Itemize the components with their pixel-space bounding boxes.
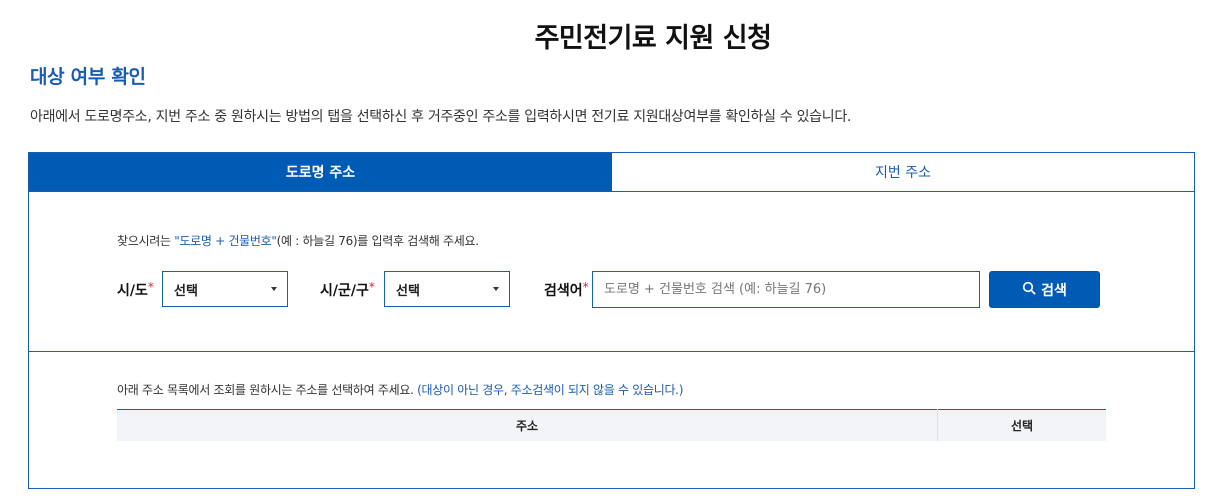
chevron-down-icon: [271, 287, 277, 291]
results-hint-highlight: (대상이 아닌 경우, 주소검색이 되지 않을 수 있습니다.): [417, 383, 684, 397]
results-panel: 아래 주소 목록에서 조회를 원하시는 주소를 선택하여 주세요. (대상이 아…: [28, 351, 1195, 489]
search-hint-suffix: (예 : 하늘길 76)를 입력후 검색해 주세요.: [276, 234, 479, 248]
search-hint: 찾으시려는 "도로명 + 건물번호"(예 : 하늘길 76)를 입력후 검색해 …: [117, 232, 479, 249]
sido-select-value: 선택: [174, 283, 198, 299]
search-button[interactable]: 검색: [989, 271, 1100, 308]
address-type-tabs: 도로명 주소 지번 주소: [28, 152, 1195, 192]
column-header-select: 선택: [937, 409, 1106, 441]
search-hint-highlight: "도로명 + 건물번호": [174, 234, 277, 248]
results-table: 주소 선택: [117, 409, 1106, 441]
tab-lot-address[interactable]: 지번 주소: [612, 153, 1194, 191]
keyword-label-text: 검색어: [544, 283, 583, 299]
search-panel: 찾으시려는 "도로명 + 건물번호"(예 : 하늘길 76)를 입력후 검색해 …: [28, 191, 1195, 352]
keyword-input[interactable]: [592, 271, 980, 308]
description-text: 아래에서 도로명주소, 지번 주소 중 원하시는 방법의 탭을 선택하신 후 거…: [30, 109, 852, 125]
required-mark: *: [582, 280, 589, 294]
section-title: 대상 여부 확인: [30, 66, 146, 88]
search-button-label: 검색: [1041, 282, 1067, 299]
results-hint-text: 아래 주소 목록에서 조회를 원하시는 주소를 선택하여 주세요.: [117, 383, 418, 397]
sido-label: 시/도*: [117, 280, 154, 300]
tab-road-address[interactable]: 도로명 주소: [29, 153, 612, 191]
results-header-row: 주소 선택: [117, 409, 1106, 441]
column-header-address: 주소: [117, 409, 938, 441]
required-mark: *: [147, 280, 154, 294]
search-icon: [1022, 281, 1036, 299]
chevron-down-icon: [493, 287, 499, 291]
sigungu-select-value: 선택: [396, 283, 420, 299]
sigungu-label-text: 시/군/구: [320, 283, 369, 299]
sido-label-text: 시/도: [117, 283, 148, 299]
keyword-label: 검색어*: [544, 280, 589, 300]
sigungu-select[interactable]: 선택: [384, 271, 510, 307]
results-hint: 아래 주소 목록에서 조회를 원하시는 주소를 선택하여 주세요. (대상이 아…: [117, 381, 683, 398]
sido-select[interactable]: 선택: [162, 271, 288, 307]
page-title: 주민전기료 지원 신청: [534, 23, 772, 54]
sigungu-label: 시/군/구*: [320, 280, 375, 300]
search-hint-prefix: 찾으시려는: [117, 234, 175, 248]
required-mark: *: [368, 280, 375, 294]
